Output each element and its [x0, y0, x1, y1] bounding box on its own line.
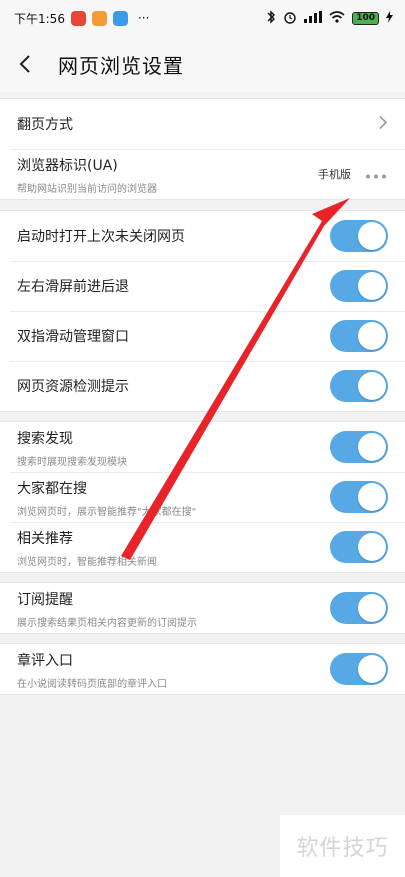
toggle-switch[interactable]	[330, 220, 388, 252]
chevron-right-icon	[379, 115, 388, 134]
more-dots-icon[interactable]	[365, 165, 387, 184]
two-finger-window-setting: 双指滑动管理窗口	[0, 311, 405, 361]
toggle-switch[interactable]	[330, 431, 388, 463]
bluetooth-icon	[266, 9, 276, 27]
battery-icon: 100	[352, 11, 379, 25]
page-turn-setting[interactable]: 翻页方式	[0, 99, 405, 149]
setting-title: 启动时打开上次未关闭网页	[17, 229, 185, 245]
settings-group-page: 翻页方式 浏览器标识(UA) 帮助网站识别当前访问的浏览器 手机版	[0, 98, 405, 200]
toggle-switch[interactable]	[330, 531, 388, 563]
setting-title: 浏览器标识(UA)	[17, 158, 118, 174]
back-chevron-icon	[19, 55, 30, 73]
toggle-knob	[358, 594, 386, 622]
setting-title: 双指滑动管理窗口	[17, 329, 129, 345]
settings-group-subscription: 订阅提醒 展示搜索结果页相关内容更新的订阅提示	[0, 582, 405, 634]
back-button[interactable]	[0, 36, 50, 92]
user-agent-setting[interactable]: 浏览器标识(UA) 帮助网站识别当前访问的浏览器 手机版	[0, 149, 405, 199]
toggle-switch[interactable]	[330, 270, 388, 302]
setting-title: 章评入口	[17, 653, 73, 669]
settings-group-comments: 章评入口 在小说阅读转码页底部的章评入口	[0, 643, 405, 695]
setting-title: 相关推荐	[17, 531, 73, 547]
related-recommend-setting: 相关推荐 浏览网页时，智能推荐相关新闻	[0, 522, 405, 572]
setting-subtitle: 在小说阅读转码页底部的章评入口	[17, 679, 167, 690]
setting-title: 大家都在搜	[17, 481, 87, 497]
ua-value: 手机版	[318, 168, 351, 181]
setting-title: 翻页方式	[17, 117, 73, 133]
toggle-switch[interactable]	[330, 320, 388, 352]
setting-subtitle: 搜索时展现搜索发现模块	[17, 457, 127, 468]
settings-group-search: 搜索发现 搜索时展现搜索发现模块 大家都在搜 浏览网页时，展示智能推荐"大家都在…	[0, 421, 405, 573]
toggle-knob	[358, 533, 386, 561]
notification-cloud-icon	[112, 10, 128, 26]
status-time: 下午1:56	[14, 11, 65, 26]
toggle-knob	[358, 272, 386, 300]
notification-app-icon	[70, 10, 86, 26]
settings-group-browsing: 启动时打开上次未关闭网页 左右滑屏前进后退 双指滑动管理窗口 网页资源检测提示	[0, 210, 405, 412]
status-bar: 下午1:56 ··· 100	[0, 0, 405, 36]
toggle-switch[interactable]	[330, 370, 388, 402]
toggle-knob	[358, 655, 386, 683]
restore-tabs-setting: 启动时打开上次未关闭网页	[0, 211, 405, 261]
status-more-indicator: ···	[137, 11, 150, 25]
setting-title: 网页资源检测提示	[17, 379, 129, 395]
swipe-navigation-setting: 左右滑屏前进后退	[0, 261, 405, 311]
wifi-icon	[329, 10, 345, 26]
toggle-knob	[358, 372, 386, 400]
setting-title: 左右滑屏前进后退	[17, 279, 129, 295]
search-discovery-setting: 搜索发现 搜索时展现搜索发现模块	[0, 422, 405, 472]
toggle-switch[interactable]	[330, 481, 388, 513]
setting-subtitle: 浏览网页时，智能推荐相关新闻	[17, 557, 157, 568]
setting-subtitle: 帮助网站识别当前访问的浏览器	[17, 184, 157, 195]
notification-app-icon	[91, 10, 107, 26]
page-title: 网页浏览设置	[58, 53, 184, 78]
toggle-knob	[358, 222, 386, 250]
trending-search-setting: 大家都在搜 浏览网页时，展示智能推荐"大家都在搜"	[0, 472, 405, 522]
toggle-switch[interactable]	[330, 592, 388, 624]
alarm-icon	[283, 10, 297, 27]
app-header: 网页浏览设置	[0, 36, 405, 92]
setting-title: 搜索发现	[17, 431, 73, 447]
toggle-knob	[358, 433, 386, 461]
toggle-knob	[358, 322, 386, 350]
watermark: 软件技巧	[280, 815, 405, 877]
subscription-reminder-setting: 订阅提醒 展示搜索结果页相关内容更新的订阅提示	[0, 583, 405, 633]
charging-icon	[386, 10, 393, 26]
toggle-knob	[358, 483, 386, 511]
setting-subtitle: 展示搜索结果页相关内容更新的订阅提示	[17, 618, 197, 629]
resource-detection-setting: 网页资源检测提示	[0, 361, 405, 411]
toggle-switch[interactable]	[330, 653, 388, 685]
setting-title: 订阅提醒	[17, 592, 73, 608]
signal-icon	[304, 10, 323, 26]
chapter-comment-setting: 章评入口 在小说阅读转码页底部的章评入口	[0, 644, 405, 694]
setting-subtitle: 浏览网页时，展示智能推荐"大家都在搜"	[17, 507, 197, 518]
